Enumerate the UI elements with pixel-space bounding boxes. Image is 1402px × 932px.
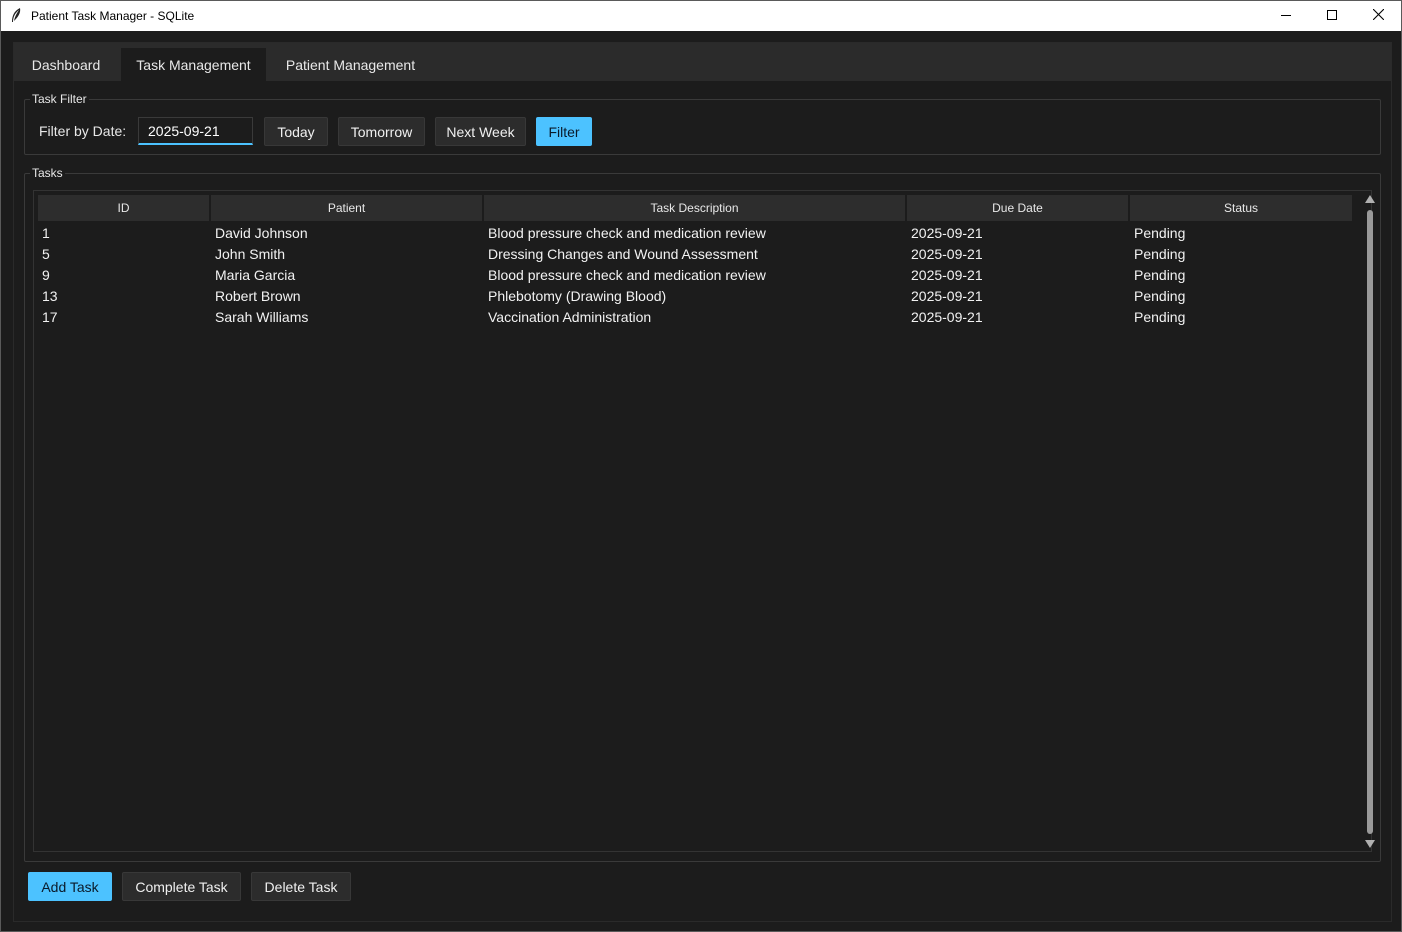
cell-patient: Sarah Williams (215, 308, 309, 325)
maximize-icon (1327, 7, 1337, 25)
cell-status: Pending (1134, 287, 1186, 304)
column-header-task-description[interactable]: Task Description (484, 195, 907, 221)
app-window: Patient Task Manager - SQLite Dashboard (0, 0, 1402, 932)
cell-id: 9 (42, 266, 50, 283)
minimize-button[interactable] (1263, 1, 1309, 31)
column-header-patient[interactable]: Patient (211, 195, 484, 221)
triangle-down-icon (1365, 835, 1375, 853)
filter-button[interactable]: Filter (536, 117, 592, 146)
tab-bar: Dashboard Task Management Patient Manage… (14, 43, 1391, 81)
maximize-button[interactable] (1309, 1, 1355, 31)
add-task-button[interactable]: Add Task (28, 872, 112, 901)
cell-id: 1 (42, 224, 50, 241)
cell-due-date: 2025-09-21 (911, 245, 983, 262)
triangle-up-icon (1365, 190, 1375, 208)
tab-patient-management[interactable]: Patient Management (271, 49, 430, 81)
vertical-scrollbar[interactable] (1364, 193, 1376, 851)
cell-due-date: 2025-09-21 (911, 287, 983, 304)
cell-patient: David Johnson (215, 224, 308, 241)
table-row[interactable]: 17 Sarah Williams Vaccination Administra… (38, 306, 1352, 327)
cell-description: Blood pressure check and medication revi… (488, 224, 766, 241)
close-button[interactable] (1355, 1, 1401, 31)
minimize-icon (1281, 7, 1291, 25)
cell-description: Phlebotomy (Drawing Blood) (488, 287, 667, 304)
title-bar[interactable]: Patient Task Manager - SQLite (1, 1, 1401, 31)
table-row[interactable]: 5 John Smith Dressing Changes and Wound … (38, 243, 1352, 264)
cell-due-date: 2025-09-21 (911, 266, 983, 283)
tasks-title: Tasks (30, 165, 65, 181)
filter-by-date-label: Filter by Date: (39, 123, 127, 139)
cell-due-date: 2025-09-21 (911, 308, 983, 325)
cell-description: Dressing Changes and Wound Assessment (488, 245, 758, 262)
tab-dashboard[interactable]: Dashboard (16, 49, 116, 81)
close-icon (1372, 7, 1384, 25)
table-row[interactable]: 13 Robert Brown Phlebotomy (Drawing Bloo… (38, 285, 1352, 306)
table-body: 1 David Johnson Blood pressure check and… (38, 222, 1352, 327)
cell-status: Pending (1134, 266, 1186, 283)
tasks-table[interactable]: ID Patient Task Description Due Date Sta… (33, 190, 1372, 852)
cell-patient: Robert Brown (215, 287, 301, 304)
scroll-down-arrow[interactable] (1365, 839, 1375, 849)
cell-description: Vaccination Administration (488, 308, 652, 325)
cell-patient: Maria Garcia (215, 266, 296, 283)
cell-status: Pending (1134, 308, 1186, 325)
column-header-id[interactable]: ID (38, 195, 211, 221)
table-row[interactable]: 1 David Johnson Blood pressure check and… (38, 222, 1352, 243)
feather-icon (1, 1, 31, 31)
tasks-frame: Tasks ID Patient Task Description Due Da… (24, 165, 1381, 862)
column-header-due-date[interactable]: Due Date (907, 195, 1130, 221)
cell-due-date: 2025-09-21 (911, 224, 983, 241)
tomorrow-button[interactable]: Tomorrow (338, 117, 425, 146)
cell-patient: John Smith (215, 245, 286, 262)
scrollbar-thumb[interactable] (1367, 210, 1373, 834)
next-week-button[interactable]: Next Week (435, 117, 526, 146)
scroll-up-arrow[interactable] (1365, 194, 1375, 204)
table-header: ID Patient Task Description Due Date Sta… (38, 195, 1352, 221)
delete-task-button[interactable]: Delete Task (251, 872, 351, 901)
cell-id: 5 (42, 245, 50, 262)
date-input[interactable] (138, 117, 253, 145)
column-header-status[interactable]: Status (1130, 195, 1352, 221)
cell-description: Blood pressure check and medication revi… (488, 266, 766, 283)
window-controls (1263, 1, 1401, 31)
window-title: Patient Task Manager - SQLite (31, 9, 195, 23)
cell-id: 17 (42, 308, 58, 325)
cell-status: Pending (1134, 224, 1186, 241)
complete-task-button[interactable]: Complete Task (122, 872, 241, 901)
task-filter-frame: Task Filter Filter by Date: Today Tomorr… (24, 91, 1381, 155)
tab-task-management[interactable]: Task Management (121, 48, 266, 81)
cell-status: Pending (1134, 245, 1186, 262)
main-notebook: Dashboard Task Management Patient Manage… (13, 42, 1392, 922)
task-filter-title: Task Filter (30, 91, 89, 107)
table-row[interactable]: 9 Maria Garcia Blood pressure check and … (38, 264, 1352, 285)
cell-id: 13 (42, 287, 58, 304)
today-button[interactable]: Today (264, 117, 328, 146)
